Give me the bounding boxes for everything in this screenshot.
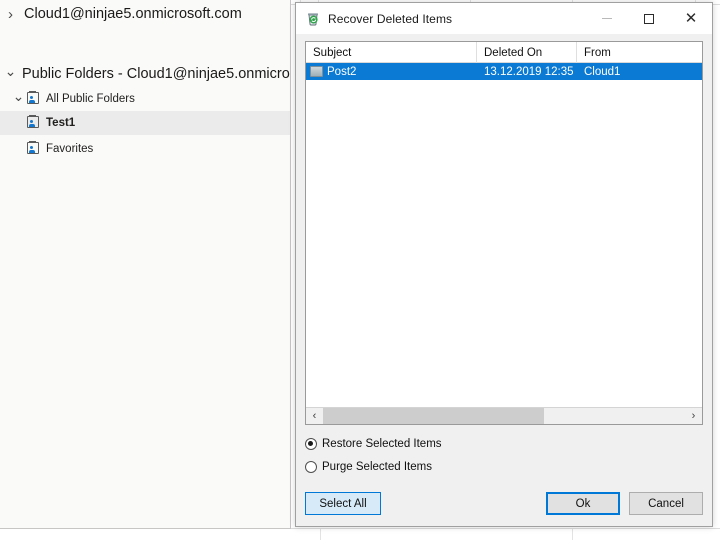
- bg-column-divider: [320, 529, 321, 540]
- chevron-down-icon[interactable]: [12, 92, 25, 107]
- column-header-deleted-on[interactable]: Deleted On: [477, 42, 577, 63]
- sidebar-item-label: All Public Folders: [46, 93, 135, 105]
- column-header-from[interactable]: From: [577, 42, 702, 63]
- dialog-titlebar[interactable]: Recover Deleted Items ✕: [296, 3, 712, 34]
- minimize-icon[interactable]: [586, 3, 628, 34]
- radio-purge-selected-items[interactable]: Purge Selected Items: [305, 457, 703, 476]
- horizontal-scrollbar[interactable]: ‹ ›: [306, 407, 702, 424]
- nav-account-label: Cloud1@ninjae5.onmicrosoft.com: [24, 6, 242, 22]
- navigation-pane: Cloud1@ninjae5.onmicrosoft.com Public Fo…: [0, 0, 291, 529]
- nav-public-folders-row[interactable]: Public Folders - Cloud1@ninjae5.onmicros…: [0, 61, 290, 87]
- list-rows: Post2 13.12.2019 12:35 Cloud1: [306, 63, 702, 407]
- recover-deleted-items-icon: [305, 11, 321, 27]
- table-row[interactable]: Post2 13.12.2019 12:35 Cloud1: [306, 63, 702, 80]
- radio-indicator[interactable]: [305, 437, 317, 450]
- cell-from: Cloud1: [584, 65, 621, 78]
- window-controls: ✕: [586, 3, 712, 34]
- close-icon[interactable]: ✕: [670, 3, 712, 34]
- action-options: Restore Selected Items Purge Selected It…: [305, 434, 703, 476]
- recover-deleted-items-dialog: Recover Deleted Items ✕ Subject Deleted …: [295, 2, 713, 527]
- cell-deleted-on: 13.12.2019 12:35: [484, 65, 574, 78]
- cancel-button[interactable]: Cancel: [629, 492, 703, 515]
- chevron-down-icon[interactable]: [4, 67, 17, 82]
- dialog-buttons: Select All Ok Cancel: [305, 492, 703, 515]
- bg-divider: [291, 528, 720, 529]
- deleted-items-list[interactable]: Subject Deleted On From Post2 13.12.2019…: [305, 41, 703, 425]
- nav-account-row[interactable]: Cloud1@ninjae5.onmicrosoft.com: [0, 0, 290, 28]
- bg-column-divider: [572, 529, 573, 540]
- maximize-icon[interactable]: [628, 3, 670, 34]
- public-folder-icon: [26, 141, 41, 156]
- mail-item-icon: [310, 66, 323, 77]
- radio-restore-selected-items[interactable]: Restore Selected Items: [305, 434, 703, 453]
- column-header-subject[interactable]: Subject: [306, 42, 477, 63]
- sidebar-item-label: Test1: [46, 117, 76, 129]
- cell-subject: Post2: [306, 63, 477, 80]
- scrollbar-track[interactable]: [323, 408, 685, 424]
- chevron-right-icon[interactable]: ›: [685, 408, 702, 424]
- public-folder-icon: [26, 91, 41, 106]
- screen: Cloud1@ninjae5.onmicrosoft.com Public Fo…: [0, 0, 720, 540]
- cell-subject-text: Post2: [327, 65, 357, 78]
- chevron-left-icon[interactable]: ‹: [306, 408, 323, 424]
- nav-public-folders-label: Public Folders - Cloud1@ninjae5.onmicros…: [22, 66, 290, 82]
- ok-button[interactable]: Ok: [546, 492, 620, 515]
- radio-label: Restore Selected Items: [322, 437, 442, 450]
- dialog-body: Subject Deleted On From Post2 13.12.2019…: [296, 34, 712, 526]
- sidebar-item-favorites[interactable]: Favorites: [0, 137, 290, 161]
- radio-label: Purge Selected Items: [322, 460, 432, 473]
- radio-indicator[interactable]: [305, 460, 317, 473]
- sidebar-item-test1[interactable]: Test1: [0, 111, 290, 135]
- dialog-title: Recover Deleted Items: [328, 11, 453, 26]
- select-all-button[interactable]: Select All: [305, 492, 381, 515]
- chevron-right-icon[interactable]: [4, 7, 17, 22]
- scrollbar-thumb[interactable]: [323, 408, 544, 424]
- sidebar-item-label: Favorites: [46, 143, 94, 155]
- list-column-headers: Subject Deleted On From: [306, 42, 702, 63]
- public-folder-icon: [26, 115, 41, 130]
- sidebar-item-all-public-folders[interactable]: All Public Folders: [0, 87, 290, 111]
